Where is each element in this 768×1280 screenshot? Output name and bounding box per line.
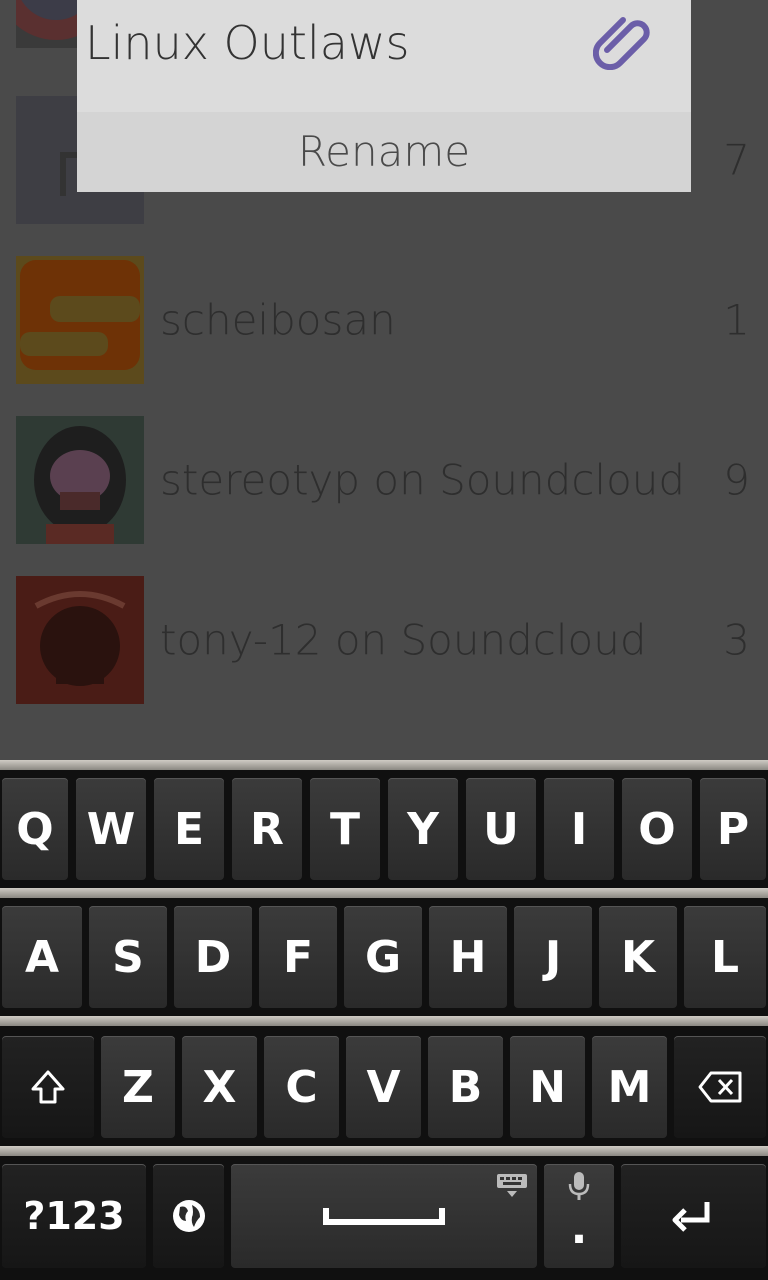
key-w[interactable]: W	[76, 778, 146, 880]
key-d[interactable]: D	[174, 906, 252, 1008]
episode-count: 3	[723, 615, 750, 665]
keyboard-divider	[0, 760, 768, 770]
podcast-thumbnail	[16, 256, 144, 384]
key-t[interactable]: T	[310, 778, 380, 880]
backspace-icon	[698, 1071, 742, 1103]
key-a[interactable]: A	[2, 906, 82, 1008]
list-item[interactable]: tony-12 on Soundcloud 3	[0, 560, 768, 720]
podcast-thumbnail	[16, 576, 144, 704]
key-j[interactable]: J	[514, 906, 592, 1008]
list-item[interactable]: stereotyp on Soundcloud 9	[0, 400, 768, 560]
episode-count: 3	[723, 0, 750, 9]
key-c[interactable]: C	[264, 1036, 339, 1138]
enter-key[interactable]	[621, 1164, 766, 1268]
key-x[interactable]: X	[182, 1036, 257, 1138]
keyboard-hide-icon	[497, 1174, 527, 1197]
podcast-thumbnail	[16, 416, 144, 544]
key-n[interactable]: N	[510, 1036, 585, 1138]
key-f[interactable]: F	[259, 906, 337, 1008]
globe-icon	[172, 1200, 205, 1232]
key-z[interactable]: Z	[101, 1036, 175, 1138]
key-g[interactable]: G	[344, 906, 422, 1008]
space-bar-icon	[323, 1208, 445, 1225]
podcast-title: tony-12 on Soundcloud	[160, 615, 647, 665]
key-s[interactable]: S	[89, 906, 167, 1008]
space-key[interactable]	[231, 1164, 537, 1268]
keyboard-divider	[0, 888, 768, 898]
key-r[interactable]: R	[232, 778, 302, 880]
key-b[interactable]: B	[428, 1036, 503, 1138]
key-h[interactable]: H	[429, 906, 507, 1008]
podcast-artwork	[34, 591, 126, 686]
dialog-title: Linux Outlaws	[85, 16, 410, 70]
enter-icon	[672, 1202, 709, 1232]
period-key[interactable]: .	[544, 1164, 614, 1268]
paperclip-icon[interactable]	[592, 10, 653, 71]
backspace-key[interactable]	[674, 1036, 766, 1138]
podcast-artwork	[16, 256, 144, 384]
key-q[interactable]: Q	[2, 778, 68, 880]
key-i[interactable]: I	[544, 778, 614, 880]
key-e[interactable]: E	[154, 778, 224, 880]
keyboard-divider	[0, 1146, 768, 1156]
episode-count: 9	[723, 455, 750, 505]
language-key[interactable]	[153, 1164, 224, 1268]
soft-keyboard: Q W E R T Y U I O P A S D F G H J K L Z …	[0, 760, 768, 1280]
key-p[interactable]: P	[700, 778, 766, 880]
shift-arrow-icon	[31, 1070, 65, 1104]
podcast-title: scheibosan	[160, 295, 396, 345]
period-label: .	[570, 1202, 588, 1254]
shift-key[interactable]	[2, 1036, 94, 1138]
key-u[interactable]: U	[466, 778, 536, 880]
key-l[interactable]: L	[684, 906, 766, 1008]
key-k[interactable]: K	[599, 906, 677, 1008]
rename-button[interactable]: Rename	[77, 112, 691, 192]
key-m[interactable]: M	[592, 1036, 667, 1138]
key-v[interactable]: V	[346, 1036, 421, 1138]
episode-count: 1	[723, 295, 750, 345]
list-item[interactable]: scheibosan 1	[0, 240, 768, 400]
episode-count: 7	[723, 135, 750, 185]
key-y[interactable]: Y	[388, 778, 458, 880]
microphone-icon	[568, 1172, 590, 1200]
key-o[interactable]: O	[622, 778, 692, 880]
podcast-artwork	[34, 426, 126, 544]
context-dialog: Linux Outlaws Rename	[77, 0, 691, 192]
keyboard-divider	[0, 1016, 768, 1026]
podcast-title: stereotyp on Soundcloud	[160, 455, 686, 505]
symbols-key[interactable]: ?123	[2, 1164, 146, 1268]
